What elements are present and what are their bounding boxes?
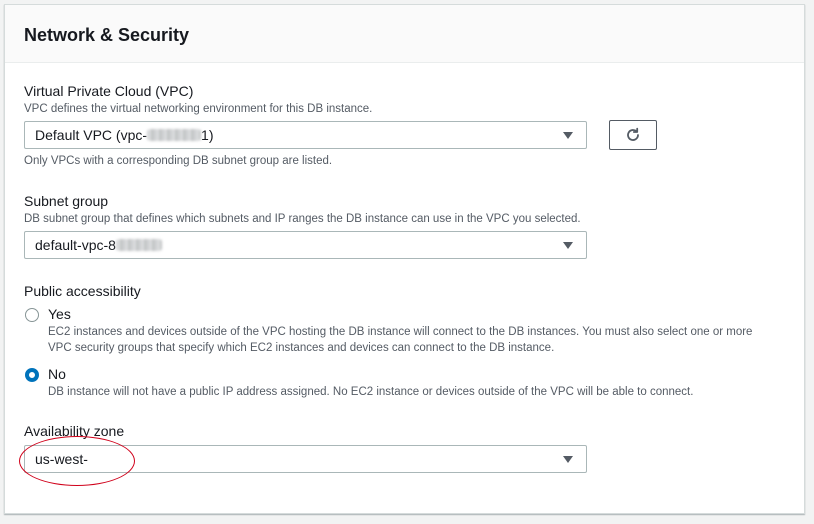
radio-no[interactable] (25, 368, 39, 382)
vpc-value-prefix: Default VPC (vpc- (35, 127, 148, 143)
availability-label: Availability zone (24, 423, 125, 439)
chevron-down-icon (563, 456, 573, 463)
subnet-select[interactable]: default-vpc-8 (24, 231, 587, 259)
radio-yes-description: EC2 instances and devices outside of the… (48, 326, 753, 354)
availability-zone-select[interactable]: us-west- (24, 445, 587, 473)
subnet-description: DB subnet group that defines which subne… (24, 213, 581, 225)
section-title: Network & Security (24, 25, 190, 45)
chevron-down-icon (563, 242, 573, 249)
vpc-field: Virtual Private Cloud (VPC) VPC defines … (24, 82, 372, 117)
public-access-label: Public accessibility (24, 283, 141, 299)
radio-yes-label[interactable]: Yes (48, 306, 71, 322)
redacted-subnet-id (115, 239, 162, 251)
radio-no-label[interactable]: No (48, 366, 66, 382)
subnet-label: Subnet group (24, 193, 109, 209)
vpc-label: Virtual Private Cloud (VPC) (24, 83, 194, 99)
radio-no-description: DB instance will not have a public IP ad… (48, 386, 694, 398)
panel-header: Network & Security (5, 5, 804, 63)
subnet-value-prefix: default-vpc-8 (35, 237, 116, 253)
public-access-field: Public accessibility (24, 282, 141, 300)
vpc-value-suffix: 1) (201, 127, 214, 143)
vpc-select[interactable]: Default VPC (vpc- 1) (24, 121, 587, 149)
availability-field: Availability zone (24, 422, 124, 440)
redacted-vpc-id (147, 129, 202, 141)
subnet-field: Subnet group DB subnet group that define… (24, 192, 581, 227)
subnet-selected-value: default-vpc-8 (35, 237, 162, 253)
vpc-selected-value: Default VPC (vpc- 1) (35, 127, 214, 143)
radio-yes[interactable] (25, 308, 39, 322)
vpc-hint: Only VPCs with a corresponding DB subnet… (24, 155, 333, 167)
chevron-down-icon (563, 132, 573, 139)
refresh-icon (627, 127, 639, 141)
network-security-panel: Network & Security Virtual Private Cloud… (4, 4, 805, 514)
refresh-vpc-button[interactable] (609, 120, 657, 150)
availability-selected-value: us-west- (35, 451, 88, 467)
vpc-description: VPC defines the virtual networking envir… (24, 103, 373, 115)
